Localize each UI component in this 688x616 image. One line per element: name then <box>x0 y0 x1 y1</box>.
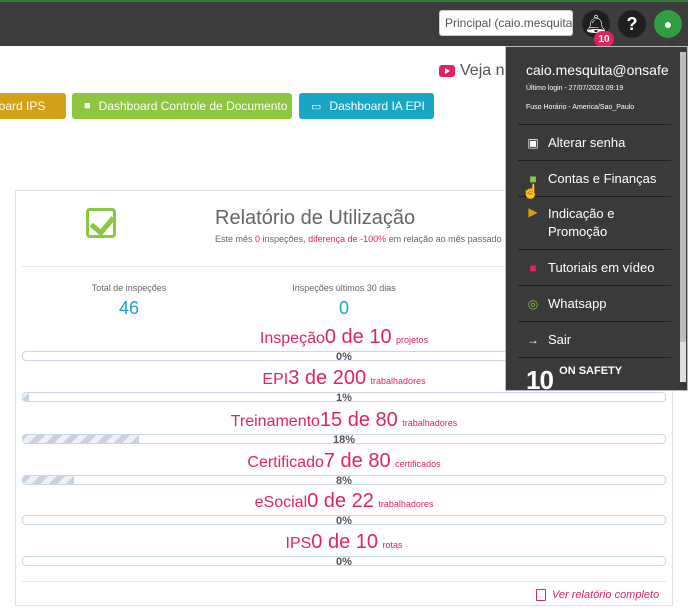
menu-item-label: Whatsapp <box>548 296 607 311</box>
onsafety-logo: 10 ON SAFETY <box>526 365 623 391</box>
user-dropdown-menu: caio.mesquita@onsafe Último login - 27/0… <box>505 46 688 391</box>
monitor-icon: ▭ <box>311 100 322 113</box>
progress-percent: 0% <box>336 556 352 568</box>
dashboard-ia-epi-button[interactable]: ▭ Dashboard IA EPI <box>299 93 434 119</box>
metric-unit: certificados <box>395 459 441 469</box>
dashboard-ips-label: board IPS <box>0 99 46 113</box>
metric-ips: IPS0 de 10 rotas <box>22 531 666 554</box>
dashboard-ia-epi-label: Dashboard IA EPI <box>329 99 425 113</box>
ver-relatorio-label: Ver relatório completo <box>552 589 660 601</box>
check-square-icon <box>86 208 116 238</box>
menu-item-tutoriais[interactable]: ■ Tutoriais em vídeo <box>518 249 671 285</box>
progress-percent: 8% <box>336 475 352 487</box>
help-button[interactable]: ? <box>618 10 646 38</box>
metric-treinamento: Treinamento15 de 80 trabalhadores <box>22 409 666 432</box>
metric-count: 3 de 200 <box>288 367 367 389</box>
metric-unit: projetos <box>396 335 429 345</box>
sign-out-icon: → <box>527 332 539 347</box>
timezone-text: Fuso Horário - America/Sao_Paulo <box>526 104 635 111</box>
subtitle-mid: inspeções, <box>260 234 309 244</box>
dropdown-scrollbar[interactable] <box>680 52 686 382</box>
metric-name: IPS <box>285 535 312 552</box>
metric-unit: trabalhadores <box>402 418 458 428</box>
ver-relatorio-link[interactable]: Ver relatório completo <box>536 589 659 601</box>
dropdown-username: caio.mesquita@onsafe <box>526 62 669 78</box>
subtitle-prefix: Este mês <box>215 234 256 244</box>
menu-item-whatsapp[interactable]: ◎ Whatsapp <box>518 285 671 321</box>
menu-item-label: Sair <box>548 332 572 347</box>
menu-item-label: Tutoriais em vídeo <box>548 260 655 275</box>
stat-label-total: Total de inspeções <box>91 283 167 293</box>
menu-divider <box>518 357 671 358</box>
menu-item-label: Contas e Finanças <box>548 171 657 186</box>
menu-item-sair[interactable]: → Sair <box>518 321 671 357</box>
metric-count: 0 de 10 <box>324 326 392 348</box>
stat-value-total: 46 <box>118 298 140 318</box>
last-login-text: Último login - 27/07/2023 09:19 <box>526 85 624 92</box>
dashboard-controle-documento-label: Dashboard Controle de Documento <box>98 99 288 113</box>
subtitle-suffix: em relação ao mês passado <box>386 234 502 244</box>
scrollbar-thumb[interactable] <box>680 52 686 342</box>
top-bar: Principal (caio.mesquita@ 🔔︎ 10 ? ● <box>0 0 688 47</box>
progress-percent: 18% <box>332 434 356 446</box>
youtube-icon: ■ <box>529 260 537 275</box>
metric-name: Certificado <box>247 454 324 471</box>
metric-count: 0 de 10 <box>311 531 379 553</box>
metric-name: Inspeção <box>259 330 325 347</box>
metric-count: 7 de 80 <box>323 450 391 472</box>
divider <box>22 581 666 582</box>
metric-certificado: Certificado7 de 80 certificados <box>22 450 666 473</box>
menu-item-contas-financas[interactable]: ■ Contas e Finanças <box>518 160 671 196</box>
report-subtitle: Este mês 0 inspeções, diferença de -100%… <box>215 234 502 244</box>
menu-item-indicacao-promocao[interactable]: ▶ Indicação e Promoção <box>518 196 671 249</box>
subtitle-diff: diferença de -100% <box>308 234 387 244</box>
menu-item-alterar-senha[interactable]: ▣ Alterar senha <box>518 124 671 160</box>
document-icon <box>536 589 546 601</box>
user-menu-button[interactable]: ● <box>654 10 682 38</box>
metric-unit: trabalhadores <box>370 376 426 386</box>
mouse-cursor-icon: ☝ <box>522 183 540 199</box>
menu-item-label: Indicação e Promoção <box>548 206 615 239</box>
report-title: Relatório de Utilização <box>215 207 416 229</box>
lock-icon: ▣ <box>527 135 539 150</box>
logo-number: 10 <box>526 365 554 391</box>
progress-percent: 0% <box>336 515 352 527</box>
user-icon: ● <box>663 16 673 32</box>
folder-icon: ■ <box>84 100 91 112</box>
metric-esocial: eSocial0 de 22 trabalhadores <box>22 490 666 513</box>
metric-unit: rotas <box>382 540 403 550</box>
youtube-icon <box>439 65 455 77</box>
dashboard-controle-documento-button[interactable]: ■ Dashboard Controle de Documento <box>72 93 292 119</box>
stat-value-30-days: 0 <box>338 298 349 318</box>
metric-name: eSocial <box>254 494 308 511</box>
progress-percent: 1% <box>336 392 352 404</box>
metric-count: 15 de 80 <box>319 409 398 431</box>
megaphone-icon: ▶ <box>528 205 538 219</box>
metric-name: Treinamento <box>230 413 320 430</box>
menu-item-label: Alterar senha <box>548 135 626 150</box>
metric-unit: trabalhadores <box>378 499 434 509</box>
dashboard-ips-button[interactable]: board IPS <box>0 93 66 119</box>
metric-name: EPI <box>262 371 289 388</box>
logo-text: ON SAFETY <box>559 365 623 377</box>
whatsapp-icon: ◎ <box>527 296 539 311</box>
stat-label-30-days: Inspeções últimos 30 dias <box>292 283 396 293</box>
notifications-badge: 10 <box>594 31 614 47</box>
company-select[interactable]: Principal (caio.mesquita@ <box>439 10 573 36</box>
metric-count: 0 de 22 <box>307 490 374 512</box>
